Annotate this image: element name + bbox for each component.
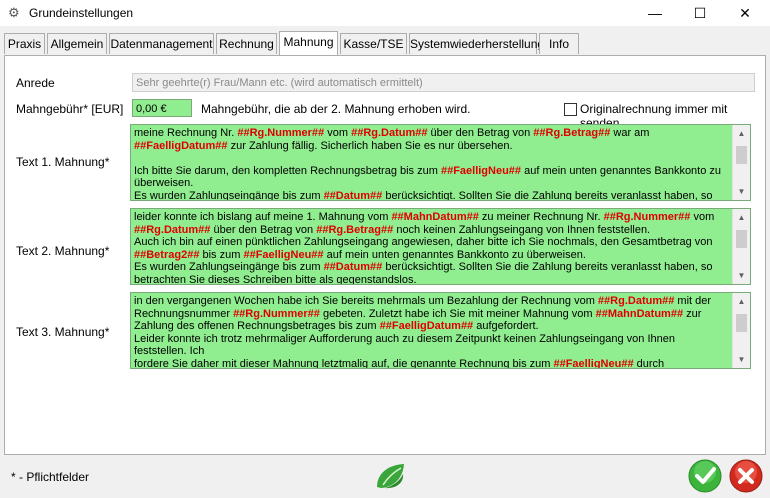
tab-praxis[interactable]: Praxis [4,33,45,54]
text1-textarea[interactable]: meine Rechnung Nr. ##Rg.Nummer## vom ##R… [130,124,751,201]
text3-content: in den vergangenen Wochen habe ich Sie b… [134,295,712,369]
required-fields-note: * - Pflichtfelder [11,470,90,484]
mahngebuehr-label: Mahngebühr* [EUR] [16,102,124,116]
text2-scrollbar[interactable]: ▲ ▼ [732,209,750,284]
scroll-down-icon[interactable]: ▼ [733,267,750,284]
gear-icon: ⚙ [8,5,20,20]
placeholder-token: ##MahnDatum## [391,211,479,223]
tab-mahnung[interactable]: Mahnung [279,31,338,55]
text2-label: Text 2. Mahnung* [16,244,110,258]
placeholder-token: ##Rg.Betrag## [533,127,611,139]
placeholder-token: ##FaelligNeu## [440,164,522,177]
scroll-thumb[interactable] [736,146,747,164]
placeholder-token: ##FaelligNeu## [553,357,634,369]
scroll-thumb[interactable] [736,230,747,248]
anrede-field: Sehr geehrte(r) Frau/Mann etc. (wird aut… [132,73,755,92]
mahngebuehr-input[interactable]: 0,00 € [132,99,192,117]
placeholder-token: ##Rg.Betrag## [316,223,394,236]
tab-kasse-tse[interactable]: Kasse/TSE [340,33,407,54]
scroll-thumb[interactable] [736,314,747,332]
placeholder-token: ##Betrag2## [134,248,200,261]
scroll-up-icon[interactable]: ▲ [733,125,750,142]
text1-content: meine Rechnung Nr. ##Rg.Nummer## vom ##R… [134,127,722,201]
scroll-down-icon[interactable]: ▼ [733,351,750,368]
leaf-icon [377,464,404,489]
text2-content: leider konnte ich bislang auf meine 1. M… [134,211,715,285]
scroll-up-icon[interactable]: ▲ [733,293,750,310]
tab-info[interactable]: Info [539,33,579,54]
scroll-up-icon[interactable]: ▲ [733,209,750,226]
placeholder-token: ##Rg.Nummer## [233,307,320,320]
text3-textarea[interactable]: in den vergangenen Wochen habe ich Sie b… [130,292,751,369]
mahngebuehr-hint: Mahngebühr, die ab der 2. Mahnung erhobe… [201,102,471,116]
tab-systemwiederherstellung[interactable]: Systemwiederherstellung [409,33,544,54]
scroll-down-icon[interactable]: ▼ [733,183,750,200]
placeholder-token: ##FaelligNeu## [243,248,324,261]
originalrechnung-checkbox[interactable] [564,103,577,116]
placeholder-token: ##Datum## [323,261,383,274]
tab-datenmanagement[interactable]: Datenmanagement [109,33,214,54]
text2-textarea[interactable]: leider konnte ich bislang auf meine 1. M… [130,208,751,285]
close-button[interactable]: ✕ [722,0,768,26]
placeholder-token: ##Rg.Datum## [134,223,211,236]
maximize-button[interactable]: ☐ [677,0,723,26]
placeholder-token: ##Rg.Nummer## [603,211,691,223]
placeholder-token: ##Datum## [323,189,383,201]
placeholder-token: ##Rg.Nummer## [237,127,325,139]
ok-button[interactable] [688,459,722,493]
placeholder-token: ##Rg.Datum## [597,295,675,307]
text1-label: Text 1. Mahnung* [16,155,110,169]
tab-rechnung[interactable]: Rechnung [216,33,277,54]
placeholder-token: ##Rg.Datum## [351,127,428,139]
cancel-button[interactable] [729,459,763,493]
tab-allgemein[interactable]: Allgemein [47,33,107,54]
placeholder-token: ##FaelligDatum## [134,139,228,152]
window-title: Grundeinstellungen [29,6,134,20]
minimize-button[interactable]: — [632,0,678,26]
text3-scrollbar[interactable]: ▲ ▼ [732,293,750,368]
text3-label: Text 3. Mahnung* [16,325,110,339]
anrede-label: Anrede [16,76,55,90]
placeholder-token: ##MahnDatum## [595,307,684,320]
text1-scrollbar[interactable]: ▲ ▼ [732,125,750,200]
placeholder-token: ##FaelligDatum## [379,320,474,333]
title-bar: ⚙ Grundeinstellungen — ☐ ✕ [0,0,770,26]
